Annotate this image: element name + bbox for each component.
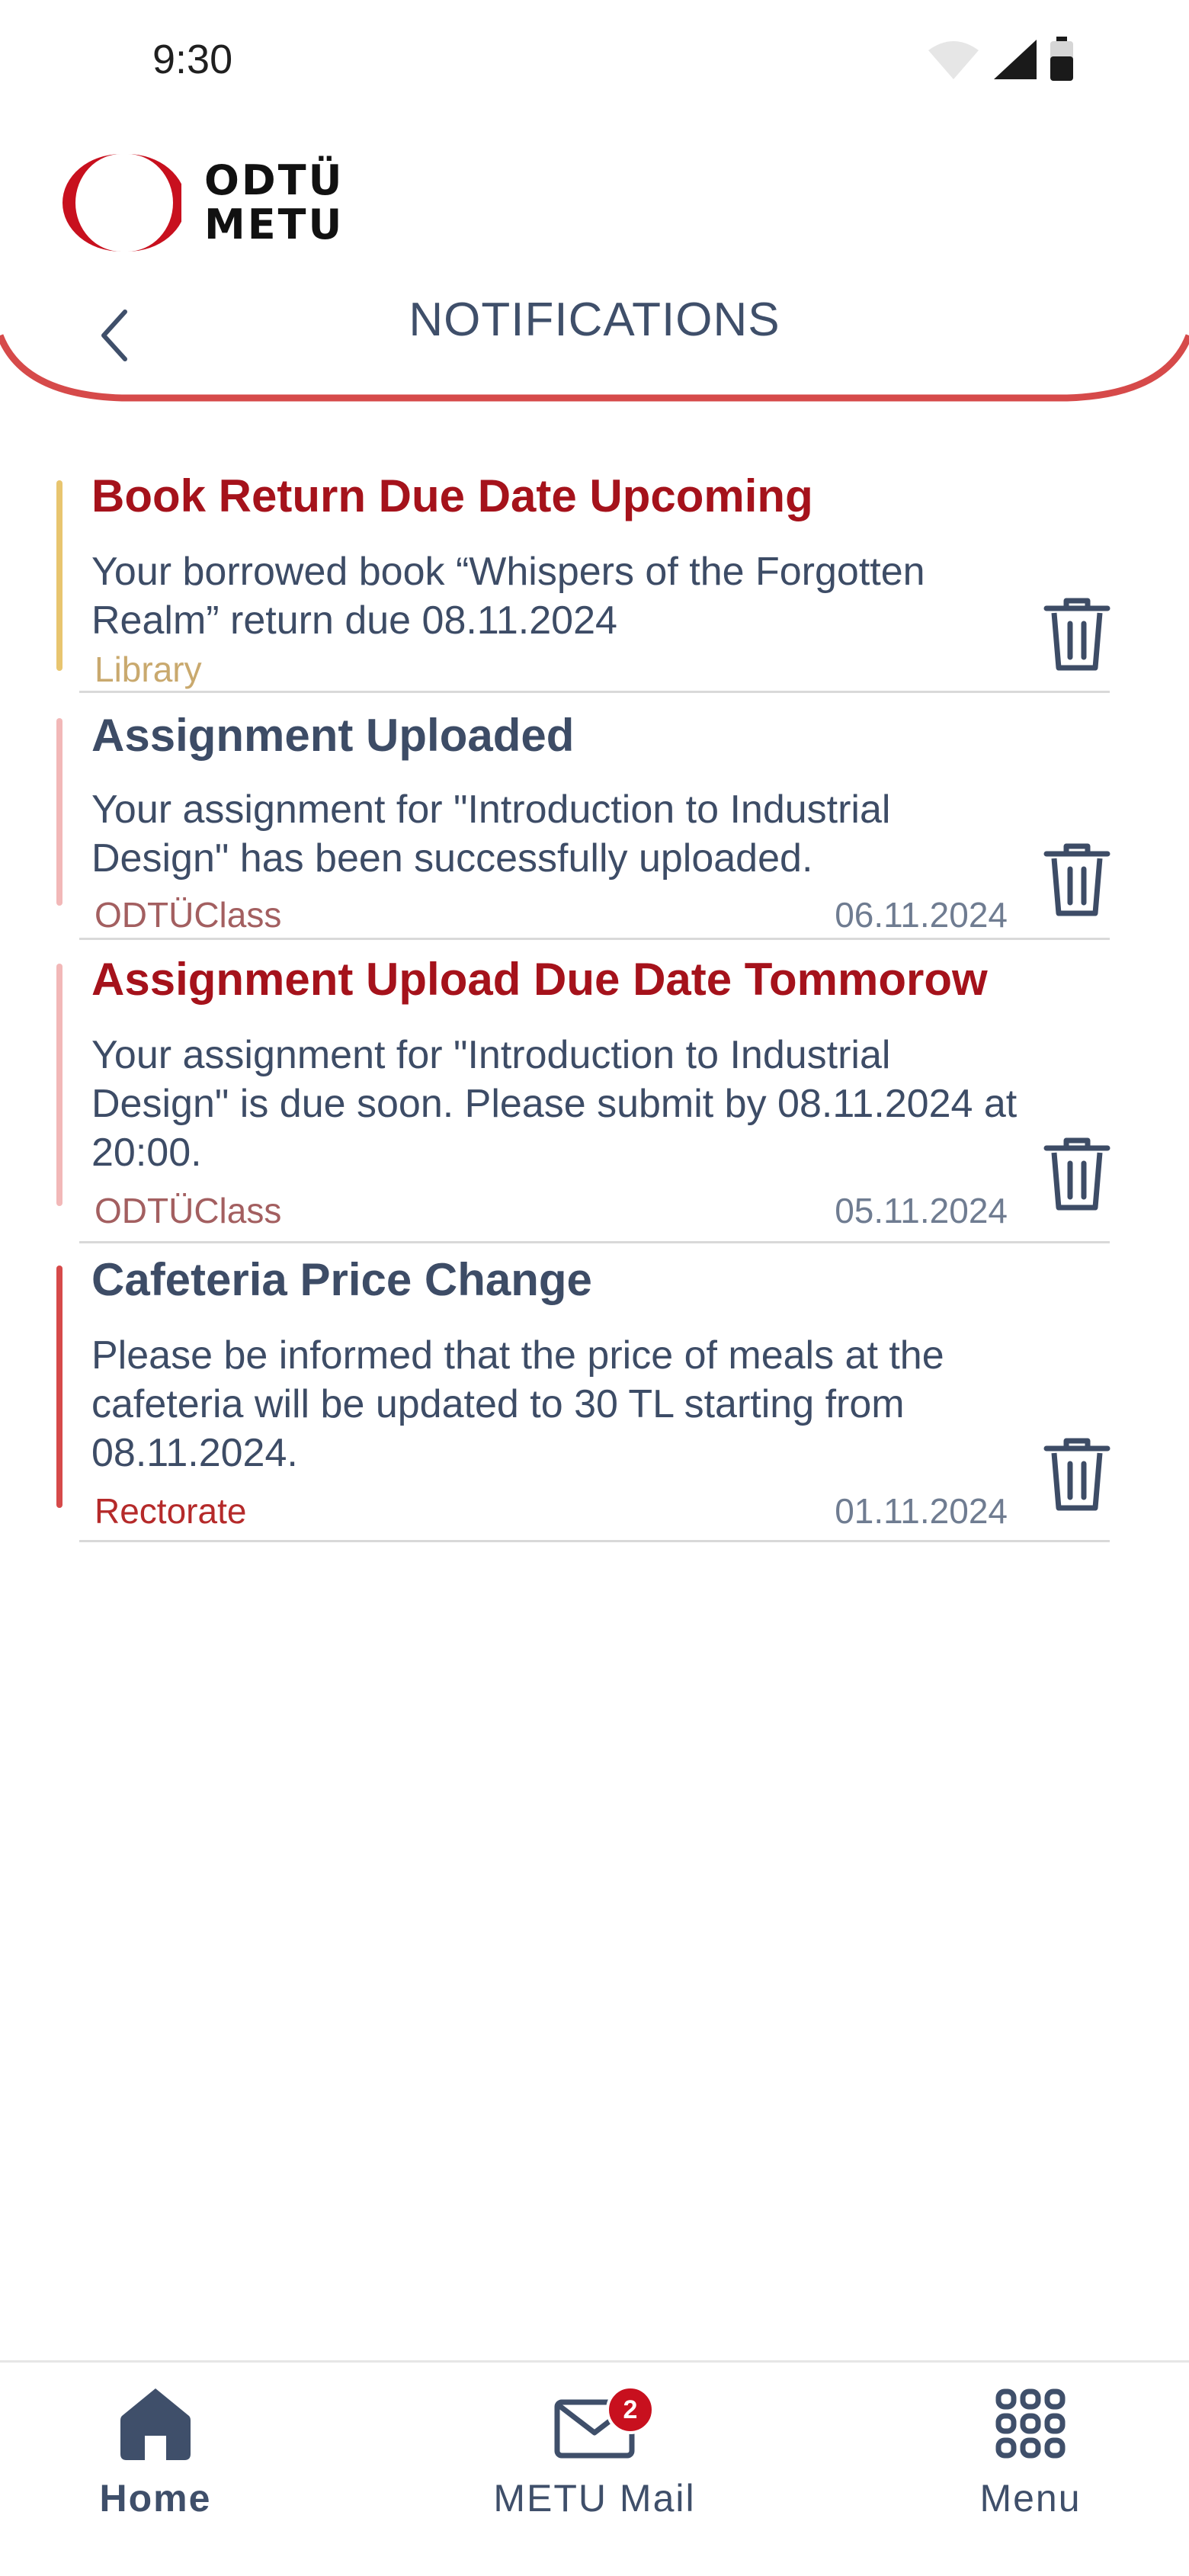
grid-menu-icon <box>995 2388 1066 2459</box>
notification-title: Assignment Upload Due Date Tommorow <box>91 954 988 1005</box>
notification-accent-bar <box>56 1266 62 1508</box>
page-title: NOTIFICATIONS <box>409 294 780 346</box>
trash-icon[interactable] <box>1040 1134 1114 1214</box>
notification-body: Please be informed that the price of mea… <box>91 1333 944 1475</box>
logo-line-metu: METU <box>204 200 345 249</box>
trash-icon[interactable] <box>1040 840 1114 919</box>
notification-date: 01.11.2024 <box>835 1491 1008 1531</box>
notification-accent-bar <box>56 480 62 671</box>
mail-badge: 2 <box>606 2385 655 2434</box>
trash-icon[interactable] <box>1040 595 1114 674</box>
metu-logo: ODTÜ METU <box>61 152 344 253</box>
notification-body: Your assignment for "Introduction to Ind… <box>91 788 891 881</box>
nav-menu[interactable]: Menu <box>909 2385 1152 2521</box>
metu-emblem-icon <box>62 154 181 252</box>
nav-home[interactable]: Home <box>34 2385 277 2521</box>
bottom-nav: Home 2 METU Mail Menu <box>0 2360 1189 2576</box>
notification-date: 05.11.2024 <box>835 1191 1008 1230</box>
notification-item[interactable]: Assignment Uploaded Your assignment for … <box>0 695 1189 940</box>
home-icon <box>120 2388 191 2460</box>
notification-item[interactable]: Assignment Upload Due Date Tommorow Your… <box>0 941 1189 1243</box>
notification-item[interactable]: Cafeteria Price Change Please be informe… <box>0 1244 1189 1546</box>
notification-title: Book Return Due Date Upcoming <box>91 470 813 521</box>
notification-accent-bar <box>56 964 62 1206</box>
notification-accent-bar <box>56 718 62 906</box>
divider <box>79 938 1110 940</box>
notification-source: Rectorate <box>95 1491 247 1531</box>
notification-title: Assignment Uploaded <box>91 710 575 761</box>
nav-menu-label: Menu <box>979 2477 1082 2520</box>
notification-item[interactable]: Book Return Due Date Upcoming Your borro… <box>0 457 1189 694</box>
notification-body: Your borrowed book “Whispers of the Forg… <box>91 550 925 643</box>
nav-metu-mail-label: METU Mail <box>493 2477 696 2520</box>
divider <box>79 1241 1110 1243</box>
divider <box>79 691 1110 693</box>
notification-source: ODTÜClass <box>95 895 282 935</box>
notification-source: Library <box>95 650 202 689</box>
nav-metu-mail[interactable]: 2 METU Mail <box>473 2385 716 2521</box>
trash-icon[interactable] <box>1040 1435 1114 1514</box>
notification-body: Your assignment for "Introduction to Ind… <box>91 1033 1018 1175</box>
divider <box>79 1540 1110 1542</box>
notification-source: ODTÜClass <box>95 1191 282 1230</box>
nav-home-label: Home <box>99 2477 212 2520</box>
notification-title: Cafeteria Price Change <box>91 1254 592 1305</box>
logo-line-odtu: ODTÜ <box>204 156 345 204</box>
notification-date: 06.11.2024 <box>835 895 1008 935</box>
